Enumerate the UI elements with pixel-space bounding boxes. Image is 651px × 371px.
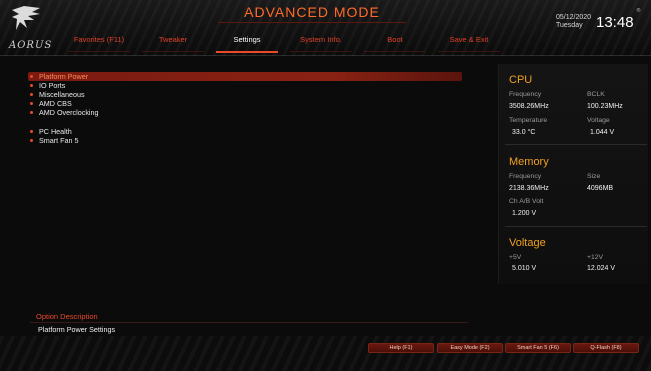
- memory-section-title: Memory: [509, 156, 549, 168]
- cpu-voltage-value: 1.044 V: [590, 129, 615, 136]
- voltage-5v-label: +5V: [509, 254, 522, 261]
- menu-item-amd-cbs[interactable]: AMD CBS: [28, 99, 462, 108]
- date-display: 05/12/2020 Tuesday: [556, 14, 591, 30]
- menu-item-smart-fan-5[interactable]: Smart Fan 5: [28, 136, 462, 145]
- cpu-frequency-label: Frequency: [509, 91, 542, 98]
- bullet-icon: [30, 139, 33, 142]
- smart-fan-5-button[interactable]: Smart Fan 5 (F6): [505, 343, 571, 353]
- menu-item-label: IO Ports: [39, 81, 66, 90]
- tab-settings[interactable]: Settings: [210, 32, 284, 53]
- tab-system-info[interactable]: System Info.: [284, 32, 358, 52]
- tab-save-exit[interactable]: Save & Exit: [432, 32, 506, 52]
- bullet-icon: [30, 84, 33, 87]
- menu-item-label: PC Health: [39, 127, 72, 136]
- help-button[interactable]: Help (F1): [368, 343, 434, 353]
- bullet-icon: [30, 111, 33, 114]
- day-text: Tuesday: [556, 22, 583, 29]
- menu-item-io-ports[interactable]: IO Ports: [28, 81, 462, 90]
- menu-item-amd-overclocking[interactable]: AMD Overclocking: [28, 108, 462, 117]
- menu-item-pc-health[interactable]: PC Health: [28, 127, 462, 136]
- voltage-section-title: Voltage: [509, 237, 546, 249]
- q-flash-button[interactable]: Q-Flash (F8): [573, 343, 639, 353]
- memory-chab-volt-value: 1.200 V: [512, 210, 537, 217]
- menu-spacer: [28, 117, 462, 127]
- registered-mark: ®: [636, 8, 641, 14]
- memory-chab-volt-label: Ch A/B Volt: [509, 198, 544, 205]
- menu-item-label: Platform Power: [39, 72, 89, 81]
- tab-favorites[interactable]: Favorites (F11): [62, 32, 136, 52]
- tab-boot[interactable]: Boot: [358, 32, 432, 52]
- aorus-logo-text: AORUS: [9, 40, 53, 51]
- tab-tweaker[interactable]: Tweaker: [136, 32, 210, 52]
- option-description-text: Platform Power Settings: [38, 325, 116, 334]
- cpu-bclk-label: BCLK: [587, 91, 605, 98]
- cpu-bclk-value: 100.23MHz: [587, 103, 623, 110]
- bullet-icon: [30, 130, 33, 133]
- mode-title: ADVANCED MODE: [244, 4, 380, 20]
- bullet-icon: [30, 93, 33, 96]
- menu-item-platform-power[interactable]: Platform Power: [28, 72, 462, 81]
- date-text: 05/12/2020: [556, 14, 592, 21]
- cpu-section-title: CPU: [509, 74, 533, 86]
- hardware-info-panel: CPU Frequency BCLK 3508.26MHz 100.23MHz …: [498, 64, 648, 284]
- memory-size-label: Size: [587, 173, 601, 180]
- memory-frequency-value: 2138.36MHz: [509, 185, 549, 192]
- settings-menu: Platform Power IO Ports Miscellaneous AM…: [28, 72, 462, 145]
- menu-item-label: Miscellaneous: [39, 90, 85, 99]
- cpu-temperature-label: Temperature: [509, 117, 548, 124]
- option-description-title: Option Description: [36, 312, 98, 321]
- tab-bar: Favorites (F11) Tweaker Settings System …: [62, 32, 506, 53]
- bullet-icon: [30, 102, 33, 105]
- aorus-eagle-icon: [12, 6, 40, 30]
- clock-display: 13:48: [596, 14, 634, 31]
- memory-size-value: 4096MB: [587, 185, 614, 192]
- cpu-frequency-value: 3508.26MHz: [509, 103, 549, 110]
- menu-item-label: AMD CBS: [39, 99, 72, 108]
- section-divider: [505, 226, 647, 227]
- voltage-12v-label: +12V: [587, 254, 604, 261]
- bullet-icon: [30, 75, 33, 78]
- mode-title-divider: [218, 22, 406, 23]
- memory-frequency-label: Frequency: [509, 173, 542, 180]
- cpu-temperature-value: 33.0 °C: [512, 129, 536, 136]
- description-divider: [30, 322, 468, 323]
- footer-bar: [0, 336, 651, 371]
- voltage-5v-value: 5.010 V: [512, 265, 537, 272]
- section-divider: [505, 144, 647, 145]
- voltage-12v-value: 12.024 V: [587, 265, 616, 272]
- header-bar: AORUS ADVANCED MODE Favorites (F11) Twea…: [0, 0, 651, 56]
- easy-mode-button[interactable]: Easy Mode (F2): [437, 343, 503, 353]
- cpu-voltage-label: Voltage: [587, 117, 610, 124]
- menu-item-label: Smart Fan 5: [39, 136, 79, 145]
- menu-item-label: AMD Overclocking: [39, 108, 99, 117]
- menu-item-miscellaneous[interactable]: Miscellaneous: [28, 90, 462, 99]
